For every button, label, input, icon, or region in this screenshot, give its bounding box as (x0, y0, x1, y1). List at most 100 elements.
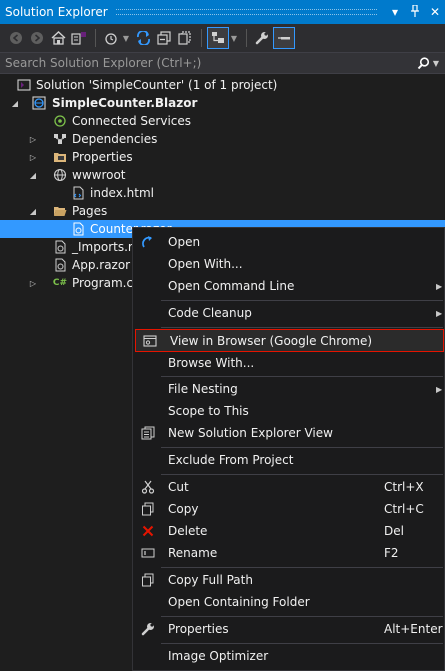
preview-selected-items-icon[interactable] (207, 27, 229, 49)
menu-item-label: Open Command Line (168, 279, 295, 293)
razor-file-icon (52, 257, 68, 273)
tree-item-label: App.razor (72, 258, 131, 272)
forward-icon[interactable] (27, 27, 47, 49)
chevron-down-icon[interactable]: ▼ (122, 27, 130, 49)
switch-views-icon[interactable] (69, 27, 89, 49)
menu-item-cut[interactable]: Cut Ctrl+X (134, 476, 443, 498)
tree-item-wwwroot[interactable]: ◢ wwwroot (0, 166, 445, 184)
copy-path-icon (140, 572, 156, 588)
tree-item-connected-services[interactable]: Connected Services (0, 112, 445, 130)
title-drag-grip[interactable] (115, 9, 377, 15)
title-bar[interactable]: Solution Explorer ▾ ✕ (0, 0, 445, 24)
toolbar: ▼ ▼ (0, 24, 445, 52)
menu-item-label: View in Browser (Google Chrome) (170, 333, 373, 348)
window-dropdown-button[interactable]: ▾ (385, 5, 405, 19)
expanded-arrow-icon[interactable]: ◢ (28, 207, 38, 216)
search-button[interactable]: ▼ (417, 56, 445, 70)
menu-separator (161, 567, 443, 568)
collapsed-arrow-icon[interactable]: ▷ (28, 279, 38, 288)
submenu-arrow-icon: ▶ (436, 384, 443, 394)
menu-item-label: Rename (168, 546, 218, 560)
tree-item-label: Connected Services (72, 114, 192, 128)
tree-item-label: index.html (90, 186, 154, 200)
menu-item-exclude-from-project[interactable]: Exclude From Project (134, 449, 443, 471)
tree-item-label: Properties (72, 150, 133, 164)
menu-separator (161, 474, 443, 475)
tree-item-project[interactable]: ◢ SimpleCounter.Blazor (0, 94, 445, 112)
globe-icon (52, 167, 68, 183)
home-icon[interactable] (48, 27, 68, 49)
menu-item-label: Scope to This (168, 404, 249, 418)
dependencies-icon (52, 131, 68, 147)
menu-item-new-solution-explorer-view[interactable]: New Solution Explorer View (134, 422, 443, 444)
menu-item-file-nesting[interactable]: File Nesting ▶ (134, 378, 443, 400)
delete-x-icon (140, 523, 156, 539)
menu-item-open[interactable]: Open (134, 231, 443, 253)
menu-item-shortcut: Ctrl+X (384, 480, 424, 494)
menu-item-open-command-line[interactable]: Open Command Line ▶ (134, 275, 443, 297)
menu-item-copy[interactable]: Copy Ctrl+C (134, 498, 443, 520)
menu-item-delete[interactable]: Delete Del (134, 520, 443, 542)
pin-toggle-icon[interactable] (273, 27, 295, 49)
chevron-down-icon[interactable]: ▼ (433, 59, 439, 68)
tree-item-dependencies[interactable]: ▷ Dependencies (0, 130, 445, 148)
pending-changes-filter-icon[interactable] (101, 27, 121, 49)
wrench-icon (140, 621, 156, 637)
close-button[interactable]: ✕ (425, 5, 445, 19)
search-box[interactable]: Search Solution Explorer (Ctrl+;) ▼ (0, 52, 445, 74)
menu-item-view-in-browser[interactable]: View in Browser (Google Chrome) (135, 329, 444, 352)
menu-item-label: Browse With... (168, 356, 255, 370)
menu-item-label: Code Cleanup (168, 306, 252, 320)
search-input[interactable]: Search Solution Explorer (Ctrl+;) (0, 56, 417, 70)
menu-item-browse-with[interactable]: Browse With... (134, 352, 443, 374)
collapsed-arrow-icon[interactable]: ▷ (28, 135, 38, 144)
context-menu: Open Open With... Open Command Line ▶ Co… (132, 227, 445, 671)
tree-item-label: SimpleCounter.Blazor (52, 96, 198, 110)
properties-folder-icon (52, 149, 68, 165)
menu-separator (161, 616, 443, 617)
menu-item-shortcut: Alt+Enter (384, 622, 443, 636)
menu-item-label: Delete (168, 524, 208, 538)
tree-item-pages[interactable]: ◢ Pages (0, 202, 445, 220)
menu-item-label: Open With... (168, 257, 243, 271)
tree-item-index-html[interactable]: index.html (0, 184, 445, 202)
expanded-arrow-icon[interactable]: ◢ (28, 171, 38, 180)
folder-open-icon (52, 203, 68, 219)
blazor-project-icon (31, 95, 47, 111)
sync-icon[interactable] (133, 27, 153, 49)
collapsed-arrow-icon[interactable]: ▷ (28, 153, 38, 162)
tree-item-properties[interactable]: ▷ Properties (0, 148, 445, 166)
show-all-files-icon[interactable] (175, 27, 195, 49)
tree-item-label: Pages (72, 204, 108, 218)
connected-services-icon (52, 113, 68, 129)
rename-icon (140, 545, 156, 561)
menu-item-label: Open Containing Folder (168, 595, 310, 609)
menu-item-code-cleanup[interactable]: Code Cleanup ▶ (134, 302, 443, 324)
menu-item-label: Exclude From Project (168, 453, 294, 467)
menu-item-label: New Solution Explorer View (168, 426, 333, 440)
menu-item-properties[interactable]: Properties Alt+Enter (134, 618, 443, 640)
collapse-all-icon[interactable] (154, 27, 174, 49)
toolbar-separator (95, 29, 96, 47)
menu-item-open-with[interactable]: Open With... (134, 253, 443, 275)
menu-item-image-optimizer[interactable]: Image Optimizer (134, 645, 443, 667)
back-icon[interactable] (6, 27, 26, 49)
open-arrow-icon (140, 234, 156, 250)
menu-item-open-containing-folder[interactable]: Open Containing Folder (134, 591, 443, 613)
expanded-arrow-icon[interactable]: ◢ (10, 99, 20, 108)
menu-item-rename[interactable]: Rename F2 (134, 542, 443, 564)
razor-file-icon (70, 221, 86, 237)
menu-item-label: Properties (168, 622, 229, 636)
window-title: Solution Explorer (5, 5, 108, 19)
menu-item-copy-full-path[interactable]: Copy Full Path (134, 569, 443, 591)
tree-item-solution[interactable]: Solution 'SimpleCounter' (1 of 1 project… (0, 76, 445, 94)
new-view-icon (140, 425, 156, 441)
search-icon (417, 56, 429, 69)
menu-item-label: Copy Full Path (168, 573, 253, 587)
copy-icon (140, 501, 156, 517)
wrench-icon[interactable] (252, 27, 272, 49)
pin-icon[interactable] (405, 3, 425, 20)
chevron-down-icon[interactable]: ▼ (230, 27, 238, 49)
menu-separator (161, 643, 443, 644)
menu-item-scope-to-this[interactable]: Scope to This (134, 400, 443, 422)
